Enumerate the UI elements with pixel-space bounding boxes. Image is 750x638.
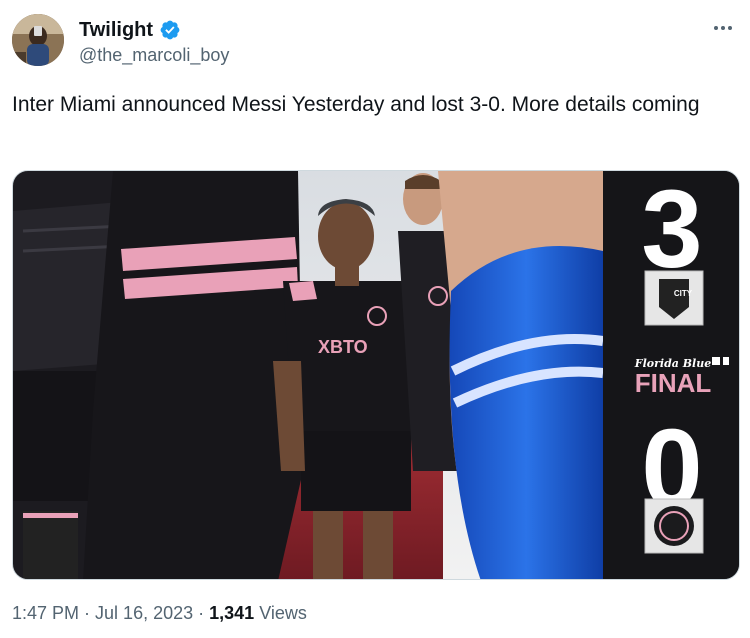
away-team-badge-icon	[644, 498, 704, 554]
home-badge-text: CITY	[674, 289, 693, 298]
meta-separator: ·	[84, 603, 91, 623]
tweet-metadata: 1:47 PM · Jul 16, 2023 · 1,341 Views	[12, 601, 307, 625]
tweet-date[interactable]: Jul 16, 2023	[95, 601, 193, 625]
views-link[interactable]: 1,341 Views	[209, 601, 307, 625]
author-avatar[interactable]	[12, 14, 64, 66]
tweet-time[interactable]: 1:47 PM	[12, 601, 79, 625]
foreground-sock-blue	[449, 246, 603, 579]
meta-separator: ·	[198, 603, 205, 623]
author-name-row: Twilight	[79, 18, 229, 42]
author-display-name[interactable]: Twilight	[79, 18, 153, 42]
foreground-leg-black	[83, 171, 303, 579]
tweet-text: Inter Miami announced Messi Yesterday an…	[12, 93, 700, 116]
verified-badge-icon	[160, 20, 180, 40]
author-handle[interactable]: @the_marcoli_boy	[79, 44, 229, 66]
center-player-head	[318, 202, 374, 270]
jersey-sponsor-text: XBTO	[318, 337, 368, 357]
more-dot	[721, 26, 725, 30]
avatar-image	[12, 14, 64, 66]
more-options-icon[interactable]	[710, 16, 736, 40]
home-team-badge-icon: CITY	[644, 270, 704, 326]
views-count: 1,341	[209, 603, 255, 623]
author-block: Twilight @the_marcoli_boy	[79, 18, 229, 66]
match-photo: XBTO 3 CITY Florida Blue FINAL 0	[13, 171, 739, 579]
views-label: Views	[259, 603, 307, 623]
tweet-card: Twilight @the_marcoli_boy Inter Miami an…	[0, 0, 750, 638]
tweet-media-photo[interactable]: XBTO 3 CITY Florida Blue FINAL 0	[12, 170, 740, 580]
more-dot	[728, 26, 732, 30]
result-label: FINAL	[635, 368, 712, 398]
more-dot	[714, 26, 718, 30]
